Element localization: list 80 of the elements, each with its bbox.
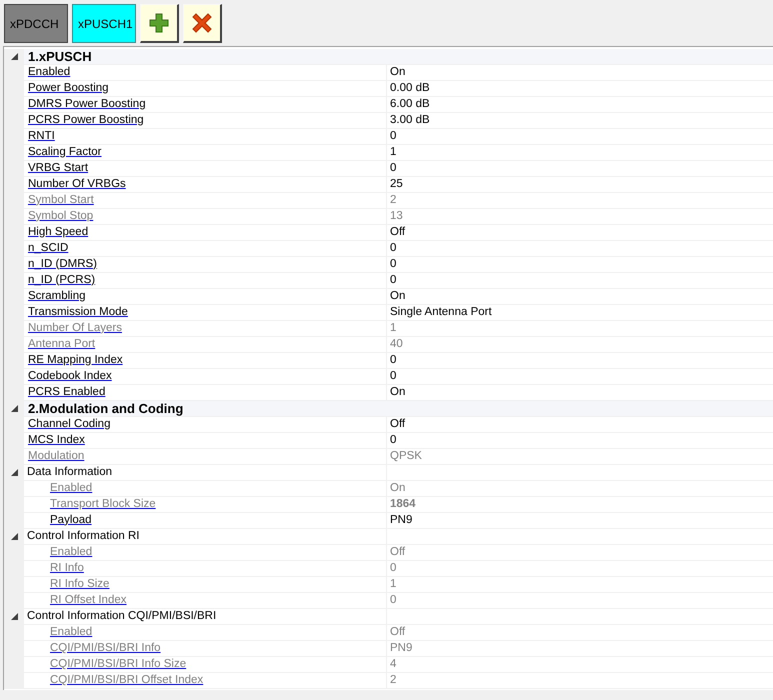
category-title: 2.Modulation and Coding	[28, 402, 184, 415]
property-name[interactable]: MCS Index	[28, 434, 85, 446]
property-row[interactable]: Number Of VRBGs 25	[4, 177, 773, 193]
property-row[interactable]: RE Mapping Index 0	[4, 353, 773, 369]
property-name[interactable]: Channel Coding	[28, 418, 110, 430]
property-row[interactable]: PCRS Power Boosting 3.00 dB	[4, 113, 773, 129]
property-row[interactable]: Payload PN9	[4, 513, 773, 529]
property-row[interactable]: Enabled On	[4, 65, 773, 81]
property-value[interactable]: 0	[390, 242, 396, 254]
group-title: Data Information	[27, 466, 112, 478]
property-row[interactable]: High Speed Off	[4, 225, 773, 241]
property-name[interactable]: DMRS Power Boosting	[28, 98, 146, 110]
plus-icon	[149, 13, 169, 33]
property-value[interactable]: 0	[390, 162, 396, 174]
property-value[interactable]: 0	[390, 258, 396, 270]
property-row[interactable]: Codebook Index 0	[4, 369, 773, 385]
property-name[interactable]: Power Boosting	[28, 82, 109, 94]
group-row[interactable]: Data Information	[4, 465, 773, 481]
property-value[interactable]: Single Antenna Port	[390, 306, 492, 318]
property-row[interactable]: VRBG Start 0	[4, 161, 773, 177]
property-name[interactable]: PCRS Power Boosting	[28, 114, 144, 126]
group-title: Control Information CQI/PMI/BSI/BRI	[27, 610, 216, 622]
property-name[interactable]: VRBG Start	[28, 162, 88, 174]
property-row[interactable]: DMRS Power Boosting 6.00 dB	[4, 97, 773, 113]
property-name[interactable]: Number Of VRBGs	[28, 178, 126, 190]
property-name[interactable]: PCRS Enabled	[28, 386, 106, 398]
add-button[interactable]	[140, 4, 179, 43]
property-value[interactable]: Off	[390, 226, 406, 238]
collapse-icon[interactable]	[10, 533, 18, 540]
property-row[interactable]: MCS Index 0	[4, 433, 773, 449]
tab[interactable]: xPUSCH1	[72, 4, 136, 43]
property-value[interactable]: 0	[390, 370, 396, 382]
property-value[interactable]: On	[390, 386, 406, 398]
group-row[interactable]: Control Information RI	[4, 529, 773, 545]
property-value[interactable]: 0	[390, 354, 396, 366]
category-row[interactable]: 2.Modulation and Coding	[4, 401, 773, 417]
property-name[interactable]: n_ID (PCRS)	[28, 274, 96, 286]
property-row[interactable]: RNTI 0	[4, 129, 773, 145]
property-name[interactable]: Codebook Index	[28, 370, 112, 382]
property-row[interactable]: n_SCID 0	[4, 241, 773, 257]
property-row[interactable]: n_ID (PCRS) 0	[4, 273, 773, 289]
group-row[interactable]: Control Information CQI/PMI/BSI/BRI	[4, 609, 773, 625]
property-value[interactable]: On	[390, 66, 406, 78]
property-value[interactable]: PN9	[390, 514, 412, 526]
property-value[interactable]: 0	[390, 274, 396, 286]
category-row[interactable]: 1.xPUSCH	[4, 49, 773, 65]
property-row[interactable]: n_ID (DMRS) 0	[4, 257, 773, 273]
property-value[interactable]: 6.00 dB	[390, 98, 430, 110]
property-name[interactable]: Transmission Mode	[28, 306, 128, 318]
property-value[interactable]: 1	[390, 146, 396, 158]
property-name[interactable]: Scrambling	[28, 290, 86, 302]
collapse-icon[interactable]	[10, 469, 18, 476]
property-value[interactable]: Off	[390, 418, 406, 430]
property-value[interactable]: 0	[390, 130, 396, 142]
property-value[interactable]: On	[390, 290, 406, 302]
tab[interactable]: xPDCCH	[4, 4, 68, 43]
property-name[interactable]: RE Mapping Index	[28, 354, 123, 366]
property-value[interactable]: 25	[390, 178, 403, 190]
property-value[interactable]: 3.00 dB	[390, 114, 430, 126]
delete-button[interactable]	[183, 4, 222, 43]
property-name[interactable]: RNTI	[28, 130, 55, 142]
property-value[interactable]: 0.00 dB	[390, 82, 430, 94]
collapse-icon[interactable]	[10, 405, 18, 412]
property-name[interactable]: n_ID (DMRS)	[28, 258, 98, 270]
property-name[interactable]: n_SCID	[28, 242, 68, 254]
category-title: 1.xPUSCH	[28, 50, 92, 63]
property-row[interactable]: Scaling Factor 1	[4, 145, 773, 161]
property-value[interactable]: 0	[390, 434, 396, 446]
collapse-icon[interactable]	[10, 613, 18, 620]
property-row[interactable]: Transmission Mode Single Antenna Port	[4, 305, 773, 321]
group-title: Control Information RI	[27, 530, 140, 542]
property-row[interactable]: Channel Coding Off	[4, 417, 773, 433]
property-name[interactable]: Enabled	[28, 66, 70, 78]
property-row[interactable]: Scrambling On	[4, 289, 773, 305]
collapse-icon[interactable]	[10, 53, 18, 60]
row-header	[4, 673, 24, 688]
property-name[interactable]: High Speed	[28, 226, 88, 238]
property-name[interactable]: Payload	[50, 514, 92, 526]
property-name[interactable]: Scaling Factor	[28, 146, 102, 158]
property-row[interactable]: Power Boosting 0.00 dB	[4, 81, 773, 97]
